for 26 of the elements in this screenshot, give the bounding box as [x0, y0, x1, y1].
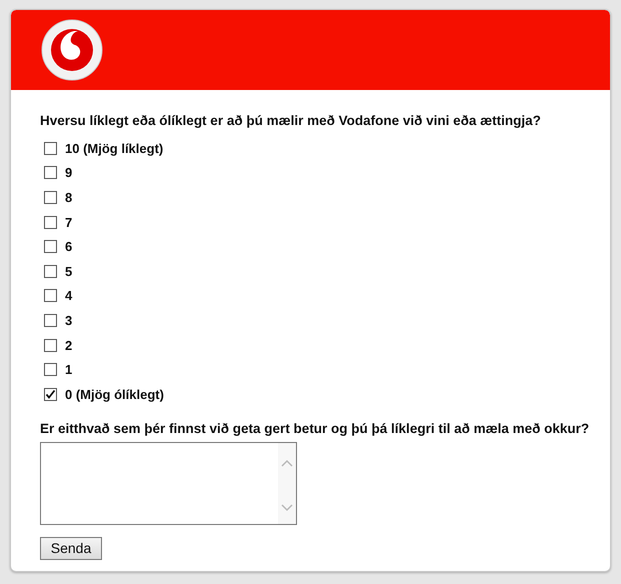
- checkbox[interactable]: [44, 216, 57, 229]
- option-label: 6: [65, 239, 72, 254]
- checkbox[interactable]: [44, 240, 57, 254]
- option-label: 7: [65, 214, 72, 230]
- checkbox[interactable]: [44, 190, 57, 204]
- option-label: 2: [65, 338, 72, 353]
- checkbox[interactable]: [44, 166, 57, 180]
- option-label: 9: [65, 165, 72, 180]
- checkbox[interactable]: [44, 289, 57, 302]
- option-label: 0 (Mjög ólíklegt): [65, 386, 164, 402]
- submit-button[interactable]: Senda: [40, 536, 102, 560]
- option-label: 1: [65, 362, 72, 378]
- checkbox[interactable]: [44, 338, 57, 352]
- checkbox[interactable]: [44, 142, 57, 155]
- option-label: 5: [65, 264, 72, 279]
- checkbox[interactable]: [44, 264, 57, 278]
- question-text: Er eitthvað sem þér finnst við geta gert betur og þú þá líklegri til að mæla með okkur?: [40, 420, 590, 436]
- checkbox[interactable]: [44, 388, 57, 401]
- option-label: 8: [65, 190, 72, 205]
- question-text: Hversu líklegt eða ólíklegt er að þú mælir með Vodafone við vini eða ættingja?: [40, 113, 542, 128]
- option-label: 10 (Mjög líklegt): [65, 140, 164, 156]
- option-label: 4: [65, 288, 72, 304]
- checkbox[interactable]: [44, 363, 57, 376]
- option-label: 3: [65, 312, 72, 328]
- checkbox[interactable]: [44, 314, 57, 327]
- logo-icon: [41, 19, 103, 81]
